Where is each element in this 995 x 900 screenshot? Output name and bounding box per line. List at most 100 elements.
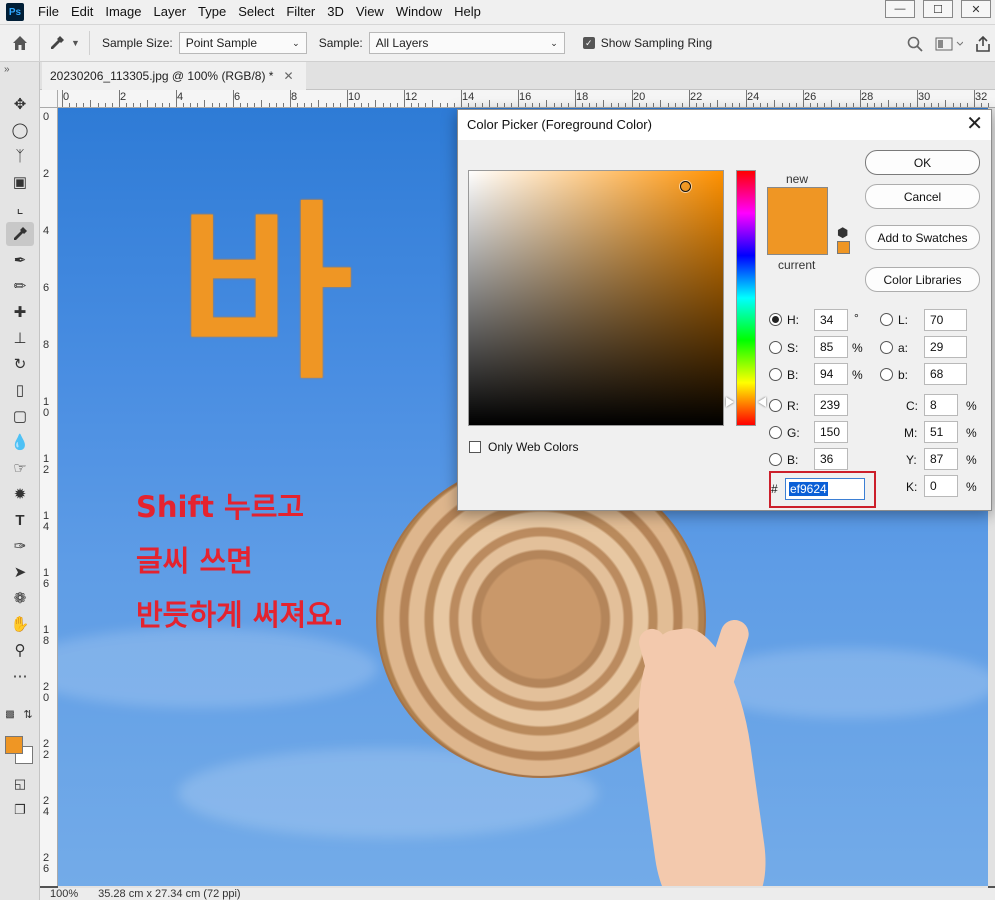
tool-preset-picker[interactable]: ▼ xyxy=(40,31,90,55)
dialog-title-bar[interactable]: Color Picker (Foreground Color) ✕ xyxy=(458,110,991,140)
more-tools-icon[interactable]: ⋯ xyxy=(6,664,34,688)
sample-size-select[interactable]: Point Sample ⌄ xyxy=(178,32,307,54)
hand-icon[interactable]: ✋ xyxy=(6,612,34,636)
hue-slider[interactable] xyxy=(736,170,756,426)
cancel-button[interactable]: Cancel xyxy=(865,184,980,209)
cyan-field[interactable]: 8 xyxy=(924,394,958,416)
menu-help[interactable]: Help xyxy=(448,0,487,24)
pencil-icon[interactable]: ✏ xyxy=(6,274,34,298)
eraser-icon[interactable]: ▯ xyxy=(6,378,34,402)
menu-3d[interactable]: 3D xyxy=(321,0,350,24)
brightness-field[interactable]: 94 xyxy=(814,363,848,385)
history-brush-icon[interactable]: ↻ xyxy=(6,352,34,376)
ruler-origin[interactable] xyxy=(40,90,58,108)
pen-icon[interactable]: ✑ xyxy=(6,534,34,558)
red-radio[interactable] xyxy=(769,399,782,412)
object-select-icon[interactable]: ▣ xyxy=(6,170,34,194)
menu-filter[interactable]: Filter xyxy=(280,0,321,24)
only-web-colors[interactable]: Only Web Colors xyxy=(469,440,578,454)
workspace-icon[interactable] xyxy=(935,37,963,51)
lab-a-field[interactable]: 29 xyxy=(924,336,967,358)
ruler-tick xyxy=(161,103,163,107)
clone-stamp-icon[interactable]: ⊥ xyxy=(6,326,34,350)
saturation-field[interactable]: 85 xyxy=(814,336,848,358)
zoom-icon[interactable]: ⚲ xyxy=(6,638,34,662)
hue-slider-handle-left[interactable] xyxy=(726,397,734,407)
screen-mode-icon[interactable]: ❐ xyxy=(6,798,34,822)
only-web-colors-checkbox[interactable] xyxy=(469,441,481,453)
web-safe-cube-icon[interactable]: ⬢ xyxy=(837,225,848,241)
saturation-brightness-field[interactable] xyxy=(468,170,724,426)
menu-window[interactable]: Window xyxy=(390,0,448,24)
black-field[interactable]: 0 xyxy=(924,475,958,497)
eyedropper-icon[interactable] xyxy=(6,222,34,246)
ruler-tick xyxy=(781,103,783,107)
menu-file[interactable]: File xyxy=(32,0,65,24)
hue-field[interactable]: 34 xyxy=(814,309,848,331)
lab-b-radio[interactable] xyxy=(880,368,893,381)
saturation-radio[interactable] xyxy=(769,341,782,354)
collapse-panel-icon[interactable]: » xyxy=(0,62,39,90)
smudge-icon[interactable]: ☞ xyxy=(6,456,34,480)
swap-colors-icon[interactable]: ⇅ xyxy=(20,702,36,726)
close-tab-icon[interactable]: ✕ xyxy=(283,69,293,83)
current-color-swatch[interactable] xyxy=(767,221,828,255)
current-color-label: current xyxy=(778,258,816,272)
quick-mask-icon[interactable]: ◱ xyxy=(6,772,34,796)
magenta-field[interactable]: 51 xyxy=(924,421,958,443)
hue-slider-handle-right[interactable] xyxy=(758,397,766,407)
move-icon[interactable]: ✥ xyxy=(6,92,34,116)
show-sampling-ring-checkbox[interactable]: ✓ xyxy=(582,37,595,49)
type-icon[interactable]: T xyxy=(6,508,34,532)
hue-radio[interactable] xyxy=(769,313,782,326)
minimize-button[interactable]: — xyxy=(885,0,915,18)
lasso-icon[interactable]: ᛉ xyxy=(6,144,34,168)
hex-field[interactable]: ef9624 xyxy=(785,478,865,500)
maximize-button[interactable]: ☐ xyxy=(923,0,953,18)
menu-select[interactable]: Select xyxy=(232,0,280,24)
ruler-tick xyxy=(268,103,270,107)
yellow-field[interactable]: 87 xyxy=(924,448,958,470)
web-safe-color-swatch[interactable] xyxy=(837,241,850,254)
green-field[interactable]: 150 xyxy=(814,421,848,443)
shape-icon[interactable]: ❁ xyxy=(6,586,34,610)
blue-field[interactable]: 36 xyxy=(814,448,848,470)
blue-radio[interactable] xyxy=(769,453,782,466)
ruler-tick xyxy=(617,103,619,107)
add-to-swatches-button[interactable]: Add to Swatches xyxy=(865,225,980,250)
color-sample-ring[interactable] xyxy=(680,181,691,192)
foreground-color-swatch[interactable] xyxy=(5,736,23,754)
sponge-icon[interactable]: ✹ xyxy=(6,482,34,506)
marquee-icon[interactable]: ◯ xyxy=(6,118,34,142)
menu-image[interactable]: Image xyxy=(99,0,147,24)
menu-edit[interactable]: Edit xyxy=(65,0,99,24)
crop-icon[interactable]: ⌞ xyxy=(6,196,34,220)
color-libraries-button[interactable]: Color Libraries xyxy=(865,267,980,292)
zoom-level[interactable]: 100% xyxy=(50,888,78,900)
sample-select[interactable]: All Layers ⌄ xyxy=(368,32,565,54)
lab-l-field[interactable]: 70 xyxy=(924,309,967,331)
red-field[interactable]: 239 xyxy=(814,394,848,416)
lab-a-radio[interactable] xyxy=(880,341,893,354)
lab-l-radio[interactable] xyxy=(880,313,893,326)
path-select-icon[interactable]: ➤ xyxy=(6,560,34,584)
brush-icon[interactable]: ✒ xyxy=(6,248,34,272)
green-radio[interactable] xyxy=(769,426,782,439)
menu-type[interactable]: Type xyxy=(192,0,232,24)
blur-icon[interactable]: 💧 xyxy=(6,430,34,454)
lab-b-field[interactable]: 68 xyxy=(924,363,967,385)
brightness-radio[interactable] xyxy=(769,368,782,381)
menu-layer[interactable]: Layer xyxy=(148,0,193,24)
ok-button[interactable]: OK xyxy=(865,150,980,175)
document-tab[interactable]: 20230206_113305.jpg @ 100% (RGB/8) * ✕ xyxy=(42,62,306,90)
gradient-icon[interactable]: ▢ xyxy=(6,404,34,428)
healing-icon[interactable]: ✚ xyxy=(6,300,34,324)
close-icon[interactable]: ✕ xyxy=(966,113,983,135)
share-icon[interactable] xyxy=(975,36,991,52)
menu-view[interactable]: View xyxy=(350,0,390,24)
search-icon[interactable] xyxy=(907,36,923,52)
home-button[interactable] xyxy=(0,24,40,62)
document-tab-bar: 20230206_113305.jpg @ 100% (RGB/8) * ✕ xyxy=(40,62,995,90)
default-colors-icon[interactable]: ▩ xyxy=(2,702,18,726)
close-window-button[interactable]: ✕ xyxy=(961,0,991,18)
